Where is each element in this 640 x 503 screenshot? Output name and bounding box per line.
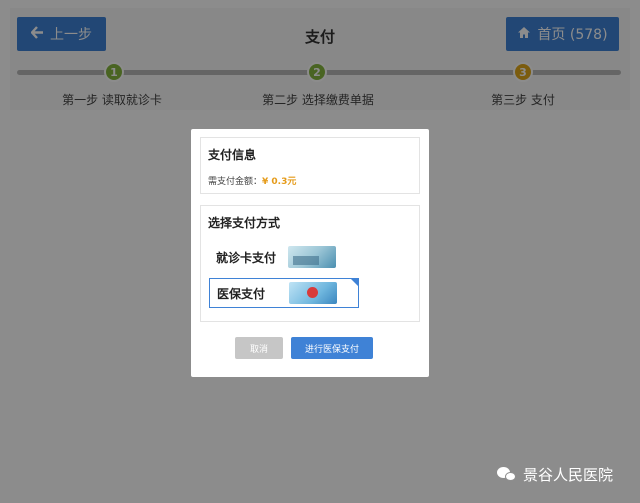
payment-method-title: 选择支付方式 (208, 216, 281, 230)
watermark-text: 景谷人民医院 (523, 466, 614, 484)
payment-info-panel: 支付信息 需支付金额：¥ 0.3元 (200, 137, 420, 194)
payment-info-title: 支付信息 (208, 148, 257, 162)
option-medical-card[interactable]: 就诊卡支付 (209, 242, 359, 272)
cancel-button[interactable]: 取消 (235, 337, 283, 359)
payment-dialog: 支付信息 需支付金额：¥ 0.3元 选择支付方式 就诊卡支付 医保支付 取消 进… (191, 129, 429, 377)
payment-method-panel: 选择支付方式 就诊卡支付 医保支付 (200, 205, 420, 322)
selected-check-icon (350, 278, 359, 287)
watermark: 景谷人民医院 (497, 464, 613, 485)
amount-label: 需支付金额： (208, 177, 263, 187)
option-medical-insurance[interactable]: 医保支付 (209, 278, 359, 308)
amount-value: ¥ 0.3元 (262, 177, 297, 187)
amount-row: 需支付金额：¥ 0.3元 (201, 163, 419, 187)
option-medical-insurance-label: 医保支付 (217, 286, 266, 301)
insurance-card-icon (289, 282, 337, 304)
medical-card-icon (288, 246, 336, 268)
confirm-insurance-pay-button[interactable]: 进行医保支付 (291, 337, 373, 359)
wechat-icon (497, 466, 517, 483)
option-medical-card-label: 就诊卡支付 (216, 250, 277, 265)
